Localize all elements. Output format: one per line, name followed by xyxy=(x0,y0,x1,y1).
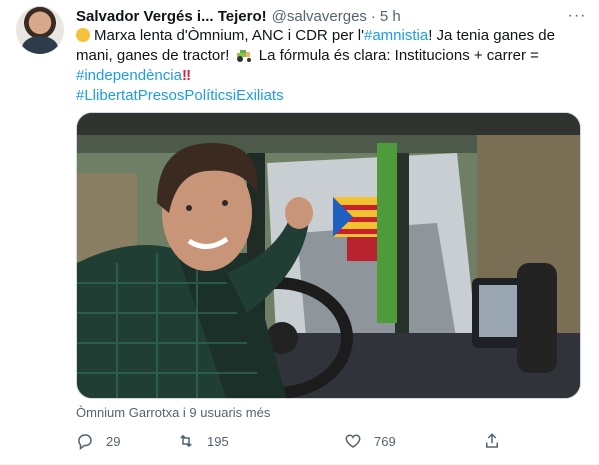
separator-dot: · xyxy=(370,7,376,25)
retweet-icon xyxy=(180,434,192,448)
retweet-count: 195 xyxy=(207,433,229,449)
share-button[interactable] xyxy=(483,432,513,450)
tweet-card[interactable]: Salvador Vergés i... Tejero! @salvaverge… xyxy=(0,0,599,465)
tweet-header: Salvador Vergés i... Tejero! @salvaverge… xyxy=(76,6,583,26)
reply-count: 29 xyxy=(106,433,121,449)
more-options-icon[interactable]: ··· xyxy=(567,6,587,26)
text-line2-a: mani, ganes de tractor! xyxy=(76,47,230,64)
photo-tractor-selfie xyxy=(77,113,580,398)
text-line1-b: ! Ja tenia ganes de xyxy=(428,27,555,44)
tractor-emoji-icon xyxy=(236,50,251,62)
author-handle[interactable]: @salvaverges xyxy=(272,8,367,25)
tweet-photo[interactable] xyxy=(76,112,581,399)
retweet-button[interactable]: 195 xyxy=(177,432,229,450)
text-line1-a: Marxa lenta d'Òmnium, ANC i CDR per l' xyxy=(94,27,364,44)
yellow-circle-emoji-icon xyxy=(76,28,90,42)
share-icon xyxy=(486,433,498,448)
author-name[interactable]: Salvador Vergés i... Tejero! xyxy=(76,8,267,25)
hashtag-llibertat[interactable]: #LlibertatPresosPolíticsiExiliats xyxy=(76,87,284,104)
tweet-text: Marxa lenta d'Òmnium, ANC i CDR per l'#a… xyxy=(76,26,586,106)
text-line2-b: La fórmula és clara: Institucions + carr… xyxy=(258,47,539,64)
like-button[interactable]: 769 xyxy=(344,432,396,450)
reply-button[interactable]: 29 xyxy=(76,432,120,450)
avatar[interactable] xyxy=(16,6,64,54)
heart-icon xyxy=(345,434,361,448)
hashtag-amnistia[interactable]: #amnistia xyxy=(364,27,428,44)
photo-tags[interactable]: Òmnium Garrotxa i 9 usuaris més xyxy=(76,405,270,420)
double-exclamation-emoji: ‼ xyxy=(181,67,191,84)
tweet-actions: 29 195 769 xyxy=(76,432,506,454)
timestamp[interactable]: 5 h xyxy=(380,8,401,25)
reply-icon xyxy=(78,434,92,450)
like-count: 769 xyxy=(374,433,396,449)
hashtag-independencia[interactable]: #independència xyxy=(76,67,182,84)
